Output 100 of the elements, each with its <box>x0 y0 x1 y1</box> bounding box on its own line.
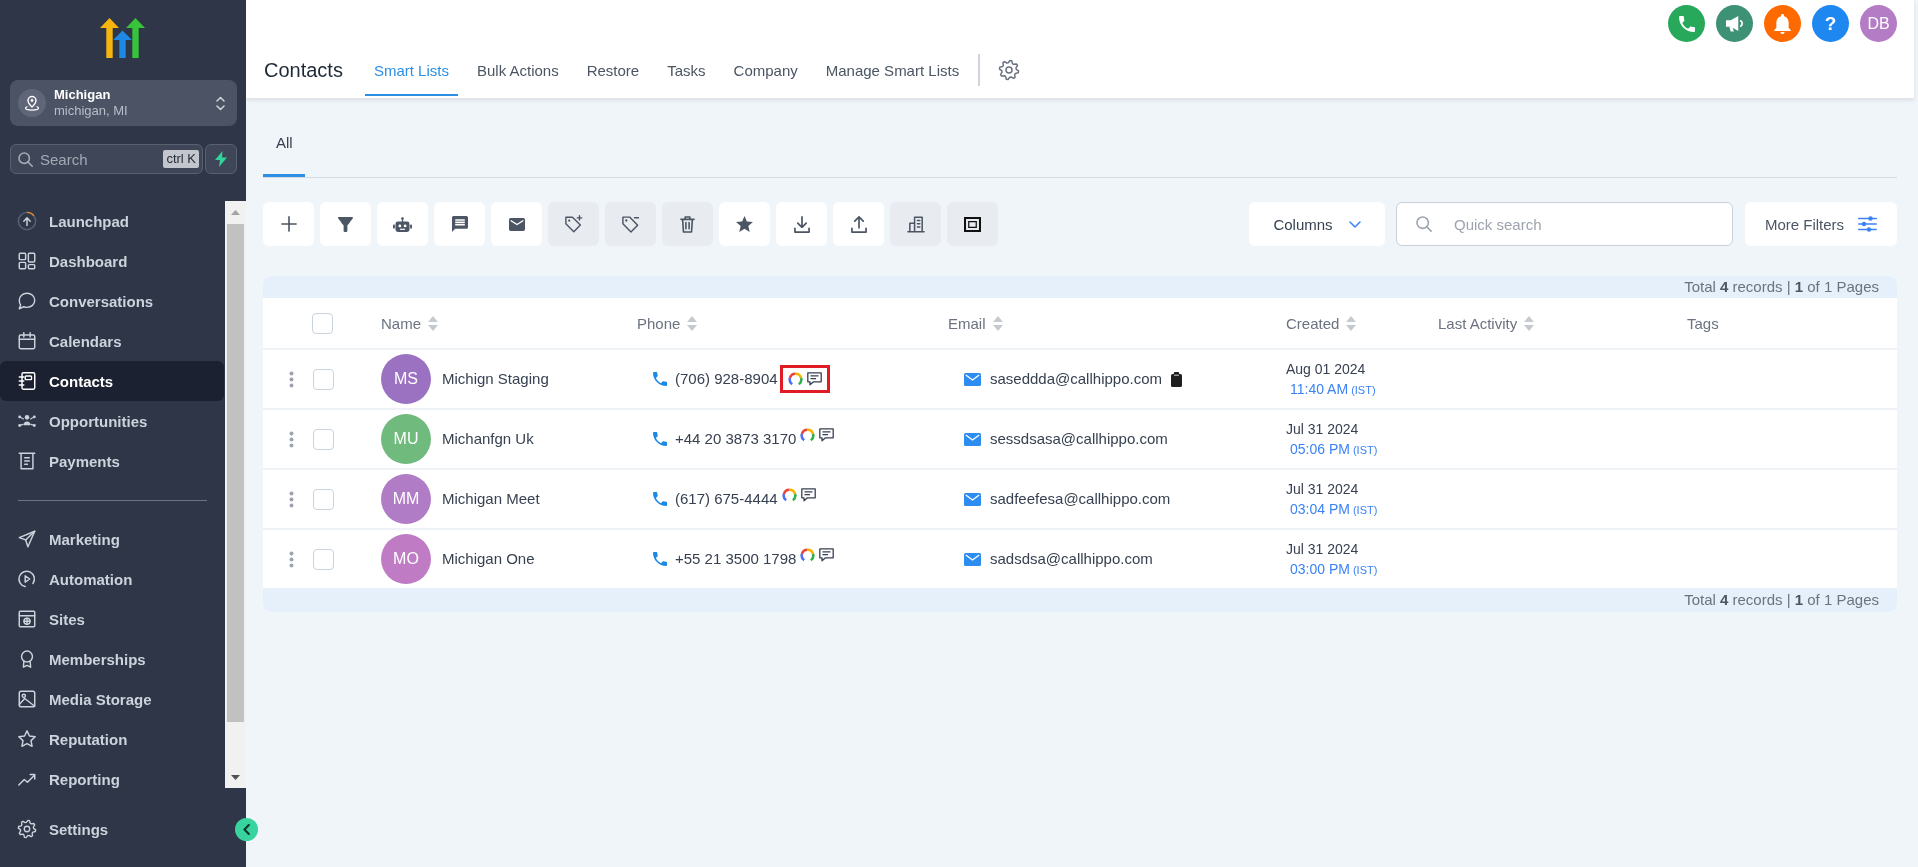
message-button[interactable] <box>434 202 485 246</box>
download-icon <box>793 215 810 233</box>
email-button[interactable] <box>491 202 542 246</box>
envelope-icon <box>964 492 981 506</box>
tab[interactable]: Smart Lists <box>364 46 458 96</box>
arrow-circle-icon <box>17 211 37 231</box>
phone-number: (706) 928-8904 <box>675 370 778 388</box>
notification-button[interactable] <box>1764 5 1801 42</box>
arc-icon <box>800 428 816 442</box>
nav-item[interactable]: Settings <box>0 809 224 849</box>
checkbox[interactable] <box>313 488 334 510</box>
filter-button[interactable] <box>320 202 371 246</box>
nav-item[interactable]: Marketing <box>0 519 224 559</box>
contact-name[interactable]: Michign Staging <box>442 370 549 388</box>
created-time: 03:00 PM <box>1290 560 1350 578</box>
shortcut-badge: ctrl K <box>163 150 199 168</box>
download-button[interactable] <box>776 202 827 246</box>
contact-name[interactable]: Michigan One <box>442 550 535 568</box>
nav-item[interactable]: Dashboard <box>0 241 224 281</box>
clipboard-icon[interactable] <box>1171 371 1182 387</box>
drag-handle-icon[interactable] <box>289 430 294 448</box>
nav-item[interactable]: Media Storage <box>0 679 224 719</box>
upload-icon <box>850 215 867 233</box>
contact-name[interactable]: Michigan Meet <box>442 490 540 508</box>
filter-icon <box>338 216 353 232</box>
contact-name[interactable]: Michanfgn Uk <box>442 430 534 448</box>
scrollbar-thumb[interactable] <box>227 224 244 722</box>
bell-icon <box>1774 13 1791 34</box>
location-switcher[interactable]: Michigan michigan, MI <box>10 80 237 126</box>
quick-action-button[interactable] <box>205 144 237 174</box>
collapse-button[interactable] <box>235 818 258 841</box>
paper-plane-icon <box>17 529 37 549</box>
lightning-icon <box>215 151 227 167</box>
chat-icon <box>819 548 835 562</box>
nav-item[interactable]: Calendars <box>0 321 224 361</box>
chat-icon <box>806 372 822 386</box>
tab[interactable]: Bulk Actions <box>467 46 568 96</box>
tab[interactable]: Tasks <box>658 46 715 96</box>
chevron-left-icon <box>243 824 250 835</box>
columns-button[interactable]: Columns <box>1249 202 1385 246</box>
envelope-icon <box>964 552 981 566</box>
upload-button[interactable] <box>833 202 884 246</box>
nav-item[interactable]: Contacts <box>0 361 224 401</box>
phone-icon <box>653 552 667 566</box>
help-button[interactable]: ? <box>1812 5 1849 42</box>
add-button[interactable] <box>263 202 314 246</box>
nav-item[interactable]: Payments <box>0 441 224 481</box>
checkbox[interactable] <box>312 312 333 334</box>
location-pin-icon <box>18 89 46 117</box>
nav-item[interactable]: Reporting <box>0 759 224 799</box>
nav-item[interactable]: Reputation <box>0 719 224 759</box>
tab[interactable]: Restore <box>577 46 649 96</box>
star-button[interactable] <box>719 202 770 246</box>
checkbox[interactable] <box>313 428 334 450</box>
column-header[interactable]: Created <box>1286 314 1357 332</box>
settings-icon[interactable] <box>998 59 1021 81</box>
column-header[interactable]: Email <box>948 314 1003 332</box>
column-header[interactable]: Last Activity <box>1438 314 1535 332</box>
timezone: (IST) <box>1352 563 1378 577</box>
column-header[interactable]: Phone <box>637 314 698 332</box>
avatar: MO <box>381 534 431 584</box>
column-header[interactable]: Tags <box>1687 314 1719 332</box>
checkbox[interactable] <box>313 368 334 390</box>
list-tab[interactable]: All <box>263 110 305 177</box>
email-address: sessdsasa@callhippo.com <box>990 430 1168 448</box>
drag-handle-icon[interactable] <box>289 490 294 508</box>
scroll-down-icon <box>231 775 240 780</box>
announcement-button[interactable] <box>1716 5 1753 42</box>
nav-item[interactable]: Memberships <box>0 639 224 679</box>
logo <box>100 18 145 58</box>
scrollbar[interactable] <box>225 201 246 788</box>
timezone: (IST) <box>1352 443 1378 457</box>
search-icon <box>18 152 33 167</box>
chat-bubble-icon <box>17 291 37 311</box>
column-header[interactable]: Name <box>381 314 438 332</box>
nav-item[interactable]: Sites <box>0 599 224 639</box>
phone-button[interactable] <box>1668 5 1705 42</box>
created-date: Jul 31 2024 <box>1286 540 1359 558</box>
drag-handle-icon[interactable] <box>289 370 294 388</box>
location-detail: michigan, MI <box>54 103 128 119</box>
phone-number: +55 21 3500 1798 <box>675 550 797 568</box>
phone-number: +44 20 3873 3170 <box>675 430 797 448</box>
tab[interactable]: Manage Smart Lists <box>816 46 969 96</box>
nav-item[interactable]: Conversations <box>0 281 224 321</box>
created-date: Jul 31 2024 <box>1286 420 1359 438</box>
drag-handle-icon[interactable] <box>289 550 294 568</box>
nav-item[interactable]: Opportunities <box>0 401 224 441</box>
browser-icon <box>17 609 37 629</box>
sliders-icon <box>1858 216 1878 232</box>
checkbox[interactable] <box>313 548 334 570</box>
phone-icon <box>1678 15 1695 32</box>
robot-button[interactable] <box>377 202 428 246</box>
receipt-icon <box>17 451 37 471</box>
nav-item[interactable]: Automation <box>0 559 224 599</box>
tab[interactable]: Company <box>724 46 807 96</box>
more-filters-button[interactable]: More Filters <box>1745 202 1897 246</box>
arc-icon <box>781 488 797 502</box>
avatar: MM <box>381 474 431 524</box>
calendar-icon <box>17 331 37 351</box>
nav-item[interactable]: Launchpad <box>0 201 224 241</box>
